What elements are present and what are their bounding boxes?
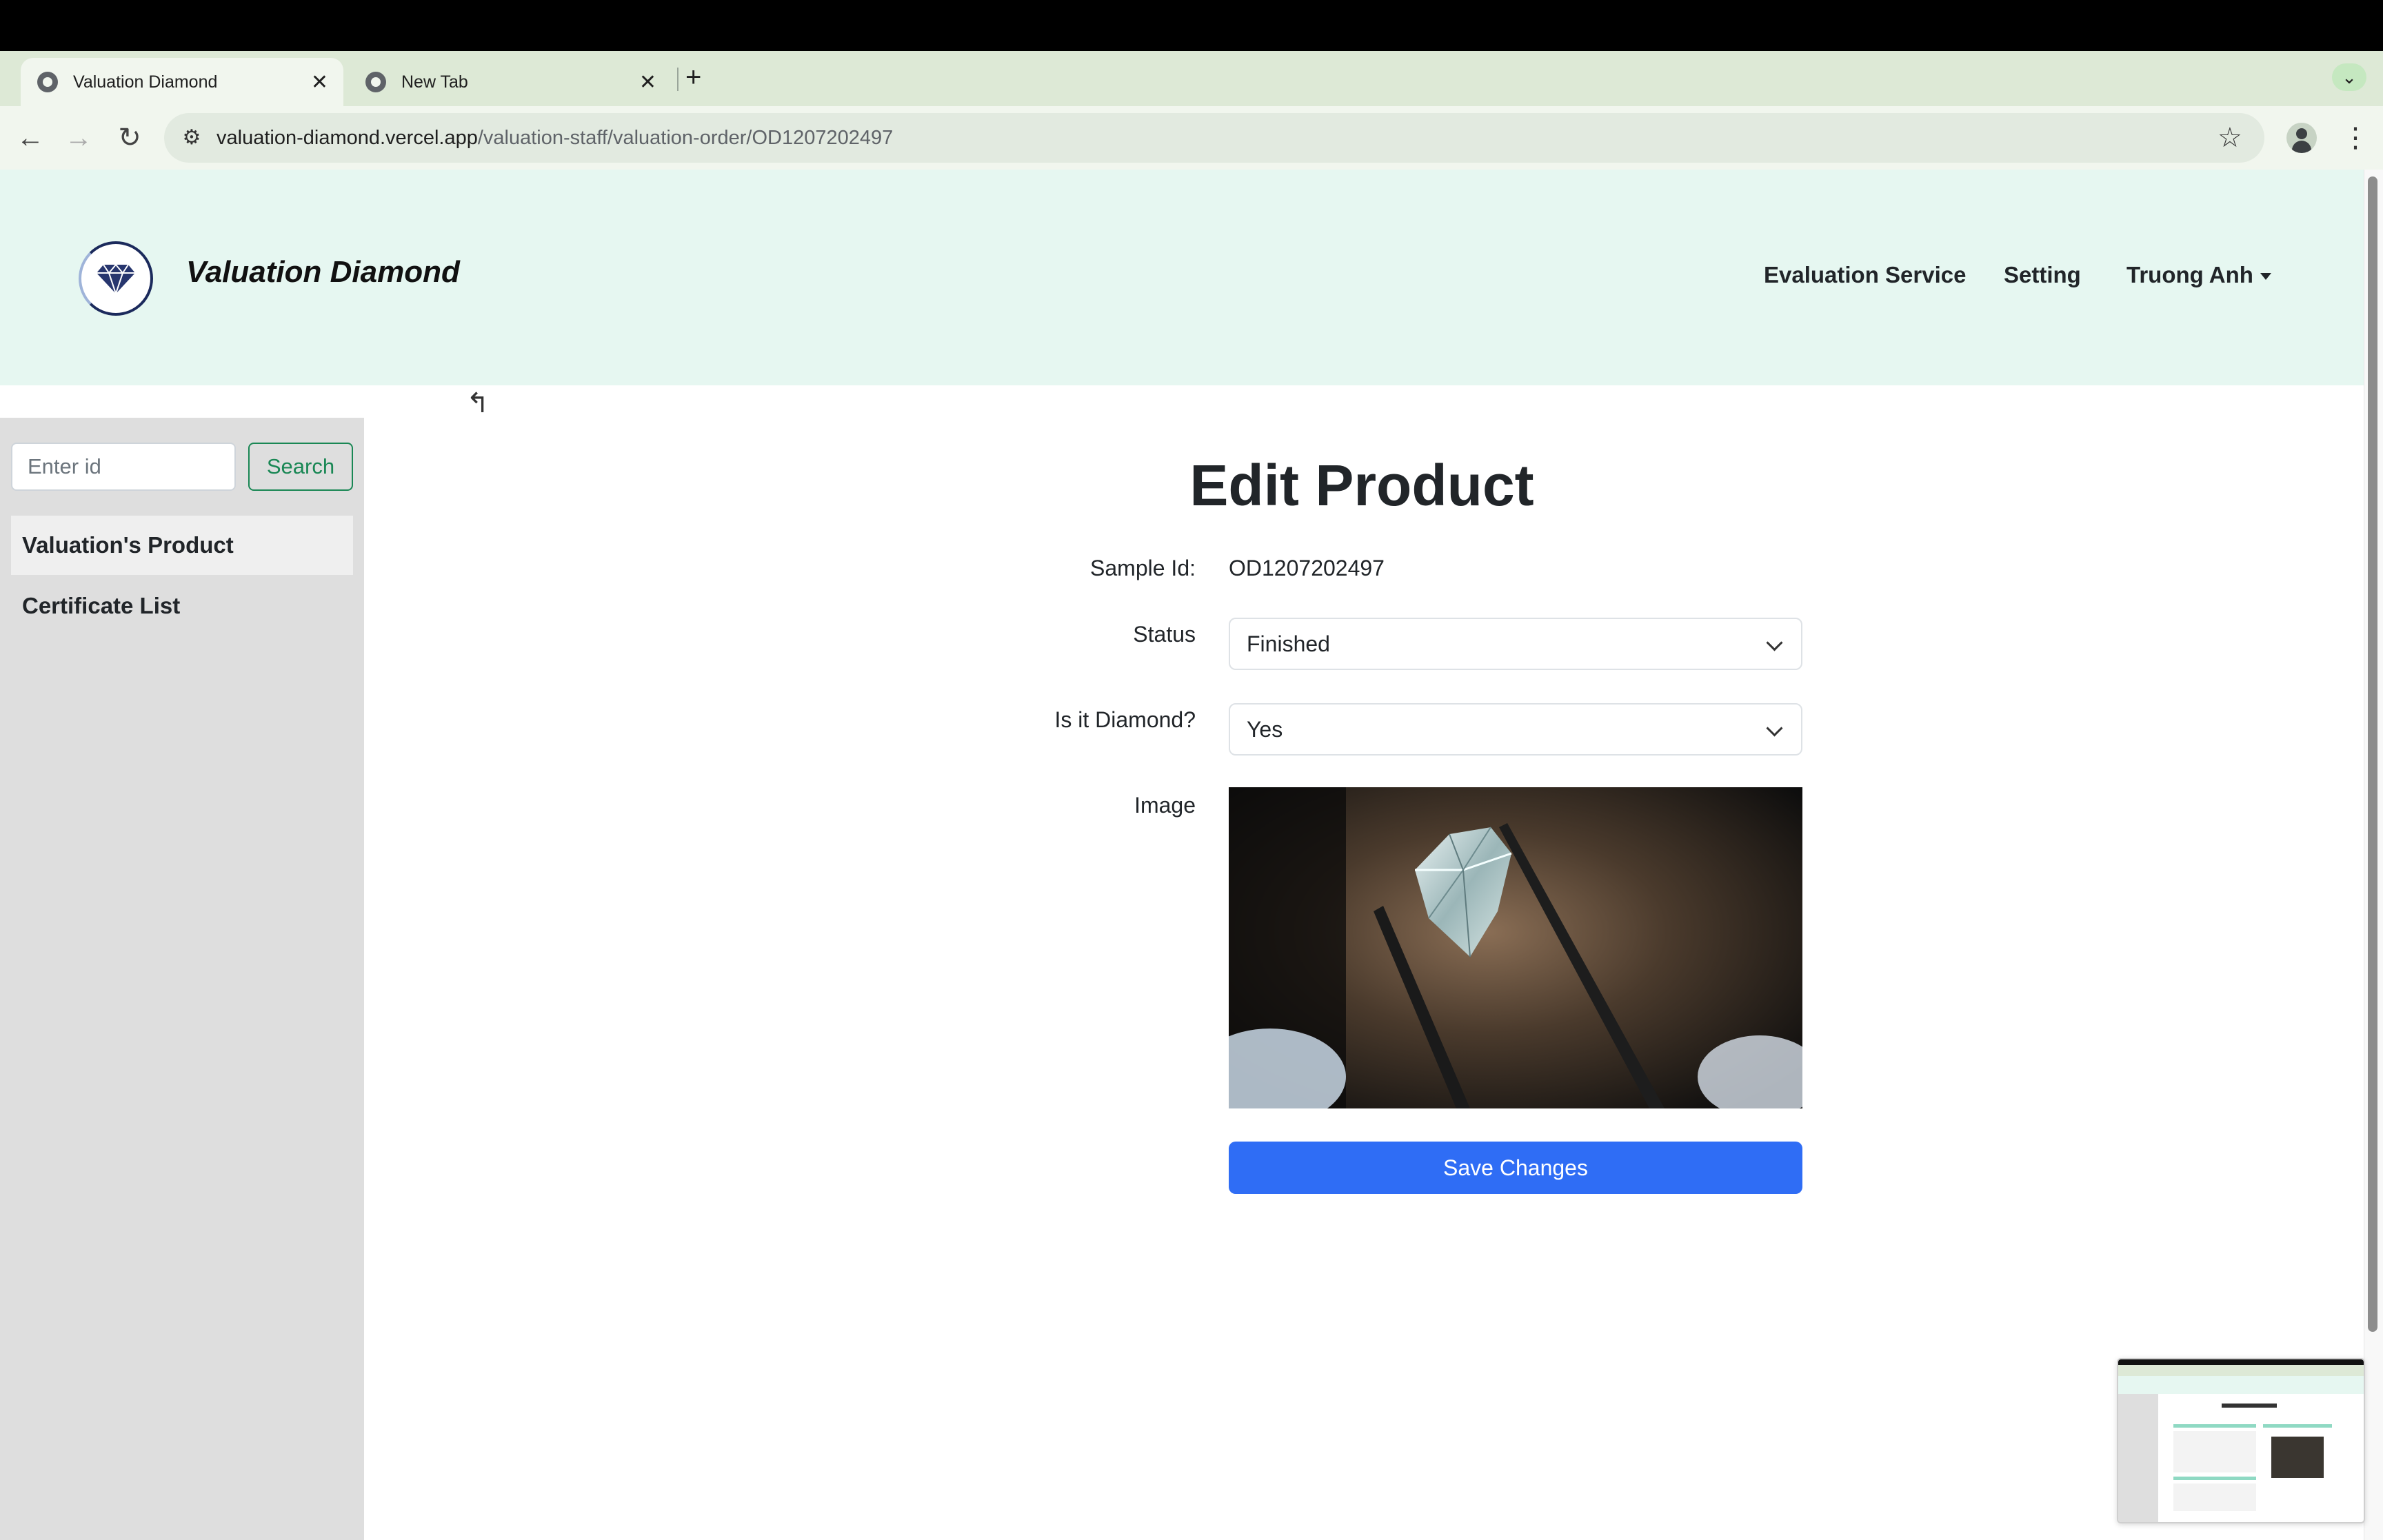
chrome-icon [365, 72, 386, 92]
tab-new-tab[interactable]: New Tab ✕ [349, 58, 672, 106]
bookmark-star-icon[interactable]: ☆ [2218, 119, 2242, 157]
sample-id-label: Sample Id: [1090, 556, 1196, 580]
tab-separator [677, 68, 678, 91]
nav-evaluation-service[interactable]: Evaluation Service [1764, 262, 1966, 288]
chevron-down-icon [1766, 720, 1783, 737]
new-tab-plus-icon[interactable]: + [685, 63, 701, 91]
url-path: /valuation-staff/valuation-order/OD12072… [477, 127, 894, 149]
save-changes-button[interactable]: Save Changes [1229, 1142, 1802, 1194]
page-title: Edit Product [1189, 453, 1534, 518]
diamond-product-image [1229, 787, 1802, 1108]
nav-user-dropdown[interactable]: Truong Anh [2126, 262, 2271, 288]
nav-setting[interactable]: Setting [2004, 262, 2081, 288]
tab-search-chevron-icon[interactable]: ⌄ [2332, 63, 2366, 91]
tab-title: Valuation Diamond [73, 72, 218, 92]
tab-title: New Tab [401, 72, 468, 92]
status-label: Status [1133, 622, 1196, 647]
url-text[interactable]: valuation-diamond.vercel.app/valuation-s… [217, 113, 893, 163]
status-selected-value: Finished [1247, 631, 1330, 656]
brand-name[interactable]: Valuation Diamond [186, 255, 460, 290]
user-name: Truong Anh [2126, 262, 2253, 287]
browser-menu-icon[interactable]: ⋮ [2342, 119, 2369, 157]
search-button[interactable]: Search [248, 443, 353, 491]
dropdown-caret-icon [2260, 273, 2271, 281]
profile-avatar-icon[interactable] [2286, 123, 2317, 153]
is-diamond-selected-value: Yes [1247, 717, 1283, 742]
site-settings-icon[interactable]: ⚙ [178, 124, 205, 152]
search-id-input[interactable] [11, 443, 236, 491]
chevron-down-icon [1766, 634, 1783, 651]
diamond-logo-icon[interactable] [79, 241, 153, 316]
screenshot-thumbnail[interactable] [2117, 1358, 2365, 1523]
is-diamond-label: Is it Diamond? [1054, 707, 1196, 732]
is-diamond-select[interactable]: Yes [1229, 703, 1802, 756]
close-tab-icon[interactable]: ✕ [311, 70, 328, 94]
url-host: valuation-diamond.vercel.app [217, 127, 478, 149]
tab-valuation-diamond[interactable]: Valuation Diamond ✕ [21, 58, 343, 106]
status-select[interactable]: Finished [1229, 618, 1802, 670]
globe-icon [37, 72, 58, 92]
return-arrow-icon[interactable]: ↰ [466, 387, 490, 419]
reload-icon[interactable]: ↻ [110, 116, 149, 160]
sidebar-item-certificate-list[interactable]: Certificate List [11, 576, 353, 636]
back-nav-icon[interactable]: ← [11, 116, 50, 160]
close-tab-icon[interactable]: ✕ [639, 70, 656, 94]
sample-id-value: OD1207202497 [1229, 556, 1385, 580]
image-label: Image [1134, 793, 1196, 818]
sidebar-item-valuations-product[interactable]: Valuation's Product [11, 516, 353, 575]
forward-nav-icon[interactable]: → [59, 116, 98, 160]
screen-top-bar [0, 0, 2383, 51]
scrollbar-thumb[interactable] [2368, 176, 2377, 1332]
